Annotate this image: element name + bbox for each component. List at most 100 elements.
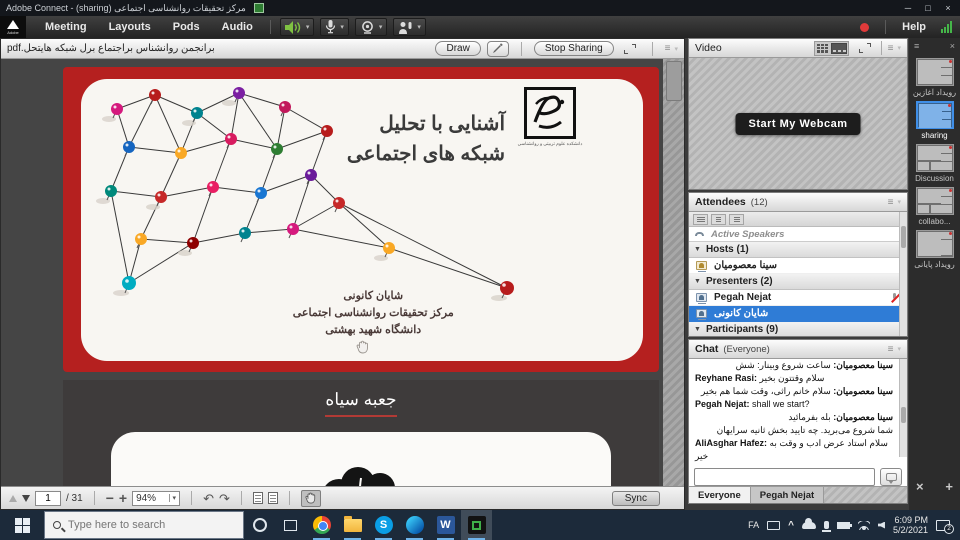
chat-message-input[interactable]: [694, 468, 875, 486]
chat-tab-private[interactable]: Pegah Nejat: [751, 487, 824, 503]
redo-icon[interactable]: ↷: [219, 493, 230, 504]
grid-view-icon[interactable]: [816, 43, 829, 54]
start-button[interactable]: [0, 510, 44, 540]
document-viewport[interactable]: آشنایی با تحلیل شبکه های اجتماعی دانشکده…: [1, 59, 684, 486]
attendees-scrollbar-thumb[interactable]: [901, 226, 906, 248]
share-pod-menu-icon[interactable]: ≡▾: [665, 43, 678, 54]
close-button[interactable]: ×: [938, 1, 958, 15]
layouts-close-icon[interactable]: ×: [950, 41, 955, 51]
collapse-icon[interactable]: ▼: [694, 246, 701, 253]
help-menu[interactable]: Help: [892, 21, 936, 33]
menu-meeting[interactable]: Meeting: [34, 16, 98, 38]
task-view-button[interactable]: [275, 510, 306, 540]
stop-sharing-button[interactable]: Stop Sharing: [534, 41, 614, 56]
pod-add-icon[interactable]: +: [945, 479, 953, 494]
slide-title: آشنایی با تحلیل شبکه های اجتماعی: [347, 109, 505, 169]
taskbar-adobe-connect[interactable]: [461, 510, 492, 540]
tray-microphone-icon[interactable]: [824, 521, 829, 529]
minimize-button[interactable]: ─: [898, 1, 918, 15]
layout-item-selected[interactable]: sharing: [909, 101, 960, 140]
attendee-row-selected[interactable]: شایان کانونی: [689, 306, 907, 322]
collapse-icon[interactable]: ▼: [694, 326, 701, 333]
zoom-out-icon[interactable]: −: [106, 493, 114, 504]
undo-icon[interactable]: ↶: [203, 493, 214, 504]
action-center-icon[interactable]: 2: [936, 520, 950, 531]
layout-item[interactable]: collabo...: [909, 187, 960, 226]
group-presenters[interactable]: ▼ Presenters (2): [689, 274, 907, 290]
group-hosts[interactable]: ▼ Hosts (1): [689, 242, 907, 258]
layout-thumbnail[interactable]: [916, 58, 954, 86]
microphone-caret-icon[interactable]: ▾: [340, 23, 344, 31]
taskbar-chrome[interactable]: [306, 510, 337, 540]
pan-tool-button[interactable]: [301, 490, 321, 507]
video-fullscreen-icon[interactable]: [859, 43, 871, 53]
attendee-breakout-view-icon[interactable]: [711, 214, 726, 225]
volume-icon[interactable]: [878, 522, 885, 529]
speaker-button[interactable]: ▾: [280, 18, 315, 36]
attendee-status-view-icon[interactable]: [729, 214, 744, 225]
pointer-tool-button[interactable]: [487, 41, 509, 57]
chat-scrollbar-thumb[interactable]: [901, 407, 906, 423]
webcam-button[interactable]: ▾: [355, 18, 388, 36]
attendee-list-view-icon[interactable]: [693, 214, 708, 225]
fullscreen-icon[interactable]: [624, 44, 636, 54]
previous-page-icon[interactable]: [9, 495, 17, 502]
layout-thumbnail[interactable]: [916, 187, 954, 215]
layout-item[interactable]: Discussion: [909, 144, 960, 183]
taskbar-edge[interactable]: [399, 510, 430, 540]
video-pod-menu-icon[interactable]: ≡: [888, 43, 894, 54]
language-indicator[interactable]: FA: [748, 520, 759, 530]
taskbar-skype[interactable]: S: [368, 510, 399, 540]
layout-thumbnail[interactable]: [916, 230, 954, 258]
taskbar-clock[interactable]: 6:09 PM 5/2/2021: [893, 515, 928, 535]
battery-icon[interactable]: [837, 522, 850, 529]
wifi-icon[interactable]: [858, 521, 870, 530]
filmstrip-view-icon[interactable]: [831, 43, 847, 54]
maximize-button[interactable]: □: [918, 1, 938, 15]
tray-expand-icon[interactable]: ^: [788, 520, 794, 531]
pod-close-icon[interactable]: ×: [916, 479, 924, 494]
layout-item[interactable]: رویداد آغازین: [909, 58, 960, 97]
attendees-pod-menu-icon[interactable]: ≡: [888, 197, 894, 208]
draw-button[interactable]: Draw: [435, 41, 480, 56]
touch-keyboard-icon[interactable]: [767, 521, 780, 530]
taskbar-search[interactable]: [44, 511, 244, 539]
menu-audio[interactable]: Audio: [211, 16, 264, 38]
zoom-level-select[interactable]: 94% ▾: [132, 491, 180, 506]
search-input[interactable]: [68, 519, 218, 531]
taskbar-file-explorer[interactable]: [337, 510, 368, 540]
share-scrollbar[interactable]: [663, 59, 684, 486]
onedrive-icon[interactable]: [802, 522, 816, 529]
next-page-icon[interactable]: [22, 495, 30, 502]
layout-thumbnail[interactable]: [916, 101, 954, 129]
fit-width-icon[interactable]: [268, 492, 278, 504]
attendee-row[interactable]: سینا معصومیان: [689, 258, 907, 274]
chat-tab-everyone[interactable]: Everyone: [689, 487, 751, 503]
page-number-input[interactable]: [35, 491, 61, 506]
taskbar-word[interactable]: W: [430, 510, 461, 540]
speaker-caret-icon[interactable]: ▾: [306, 23, 310, 31]
connection-signal-icon[interactable]: [940, 21, 952, 33]
attendees-scrollbar[interactable]: [899, 212, 907, 336]
chat-pod-menu-icon[interactable]: ≡: [888, 344, 894, 355]
group-participants[interactable]: ▼ Participants (9): [689, 322, 907, 337]
share-scrollbar-thumb[interactable]: [666, 61, 682, 101]
layouts-menu-icon[interactable]: ≡: [914, 41, 919, 51]
attendee-row[interactable]: Pegah Nejat: [689, 290, 907, 306]
raise-hand-button[interactable]: ▾: [393, 18, 426, 36]
send-message-button[interactable]: [880, 468, 902, 486]
menu-layouts[interactable]: Layouts: [98, 16, 162, 38]
webcam-caret-icon[interactable]: ▾: [379, 23, 383, 31]
fit-page-icon[interactable]: [253, 492, 263, 504]
layout-thumbnail[interactable]: [916, 144, 954, 172]
chat-scrollbar[interactable]: [899, 359, 907, 457]
sync-button[interactable]: Sync: [612, 491, 660, 506]
layout-item[interactable]: رویداد پایانی: [909, 230, 960, 269]
zoom-in-icon[interactable]: +: [119, 493, 127, 504]
menu-pods[interactable]: Pods: [162, 16, 211, 38]
start-webcam-button[interactable]: Start My Webcam: [736, 113, 861, 135]
collapse-icon[interactable]: ▼: [694, 278, 701, 285]
microphone-button[interactable]: ▾: [320, 18, 349, 36]
raise-hand-caret-icon[interactable]: ▾: [417, 23, 421, 31]
cortana-button[interactable]: [244, 510, 275, 540]
